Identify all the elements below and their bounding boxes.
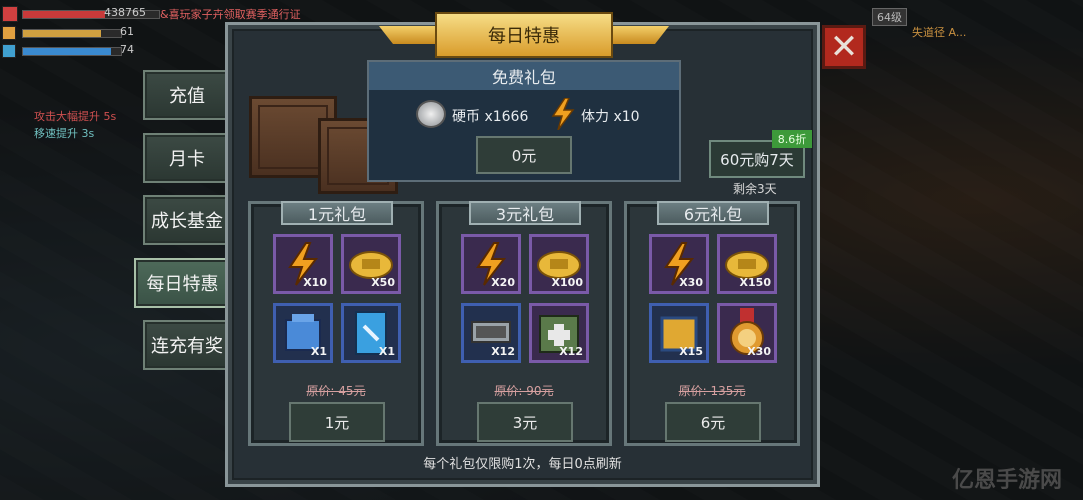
energy-bar xyxy=(22,47,122,56)
original-price: 原价: 135元 xyxy=(678,384,746,398)
item-quantity: X50 xyxy=(371,276,395,289)
scroll-message: &喜玩家子卉领取赛季通行证 xyxy=(160,8,301,21)
item-quantity: X1 xyxy=(378,345,395,358)
level-badge: 64级 xyxy=(872,8,907,26)
shield-value: 61 xyxy=(120,25,134,38)
item-quantity: X1 xyxy=(310,345,327,358)
shield-bar xyxy=(22,29,122,38)
item-quantity: X30 xyxy=(679,276,703,289)
discount-badge: 8.6折 xyxy=(772,130,812,148)
pack-item-slot[interactable]: X30 xyxy=(649,234,709,294)
pack-item-slot[interactable]: X100 xyxy=(529,234,589,294)
pack-item-slot[interactable]: X10 xyxy=(273,234,333,294)
item-quantity: X15 xyxy=(679,345,703,358)
original-price: 原价: 45元 xyxy=(306,384,366,398)
pack-title: 1元礼包 xyxy=(281,201,393,225)
item-quantity: X10 xyxy=(303,276,327,289)
pack-item-slot[interactable]: X1 xyxy=(341,303,401,363)
free-pack-claim-button[interactable]: 0元 xyxy=(476,136,572,174)
item-quantity: X20 xyxy=(491,276,515,289)
stamina-reward: 体力 x10 xyxy=(581,109,640,125)
tab-growth-fund[interactable]: 成长基金 xyxy=(143,195,231,245)
shield-icon xyxy=(2,26,16,40)
tab-recharge[interactable]: 充值 xyxy=(143,70,231,120)
energy-icon xyxy=(2,44,16,58)
tab-continuous-recharge[interactable]: 连充有奖 xyxy=(143,320,231,370)
coin-reward: 硬币 x1666 xyxy=(452,109,529,125)
pack-item-slot[interactable]: X15 xyxy=(649,303,709,363)
pack-item-slot[interactable]: X50 xyxy=(341,234,401,294)
pack-item-slot[interactable]: X150 xyxy=(717,234,777,294)
pack-item-slot[interactable]: X12 xyxy=(529,303,589,363)
tab-monthly-card[interactable]: 月卡 xyxy=(143,133,231,183)
pack-item-slot[interactable]: X20 xyxy=(461,234,521,294)
close-icon: ✕ xyxy=(829,27,859,67)
pack-card-2: 3元礼包 X20 X100 X12 X12 原价: 90元 3元 xyxy=(436,201,612,446)
close-button[interactable]: ✕ xyxy=(822,25,866,69)
tab-daily-deals[interactable]: 每日特惠 xyxy=(134,258,231,308)
buy-pack-button[interactable]: 6元 xyxy=(665,402,761,442)
stamina-bolt-icon xyxy=(551,98,575,130)
pack-item-slot[interactable]: X1 xyxy=(273,303,333,363)
level-name: 失道径 A... xyxy=(912,26,967,39)
pack-title: 6元礼包 xyxy=(657,201,769,225)
pack-card-3: 6元礼包 X30 X150 X15 X30 原价: 135元 6元 xyxy=(624,201,800,446)
buff-attack: 攻击大幅提升 5s xyxy=(34,110,117,123)
title-banner: 每日特惠 xyxy=(379,12,669,58)
energy-value: 74 xyxy=(120,43,134,56)
hp-value: 438765 xyxy=(104,6,146,19)
item-quantity: X150 xyxy=(739,276,771,289)
pack-card-1: 1元礼包 X10 X50 X1 X1 原价: 45元 1元 xyxy=(248,201,424,446)
buy-pack-button[interactable]: 3元 xyxy=(477,402,573,442)
watermark-logo: 亿恩手游网 xyxy=(952,468,1063,493)
item-quantity: X12 xyxy=(559,345,583,358)
pack-title: 3元礼包 xyxy=(469,201,581,225)
buff-speed: 移速提升 3s xyxy=(34,127,95,140)
pack-item-slot[interactable]: X30 xyxy=(717,303,777,363)
page-title: 每日特惠 xyxy=(435,12,613,58)
item-quantity: X100 xyxy=(551,276,583,289)
item-quantity: X12 xyxy=(491,345,515,358)
silver-coin-icon xyxy=(416,100,446,128)
health-icon xyxy=(2,6,18,22)
deal-remaining: 剩余3天 xyxy=(733,182,777,196)
footer-note: 每个礼包仅限购1次，每日0点刷新 xyxy=(423,457,622,472)
free-pack-title: 免费礼包 xyxy=(369,62,679,90)
item-quantity: X30 xyxy=(747,345,771,358)
buy-pack-button[interactable]: 1元 xyxy=(289,402,385,442)
original-price: 原价: 90元 xyxy=(494,384,554,398)
pack-item-slot[interactable]: X12 xyxy=(461,303,521,363)
